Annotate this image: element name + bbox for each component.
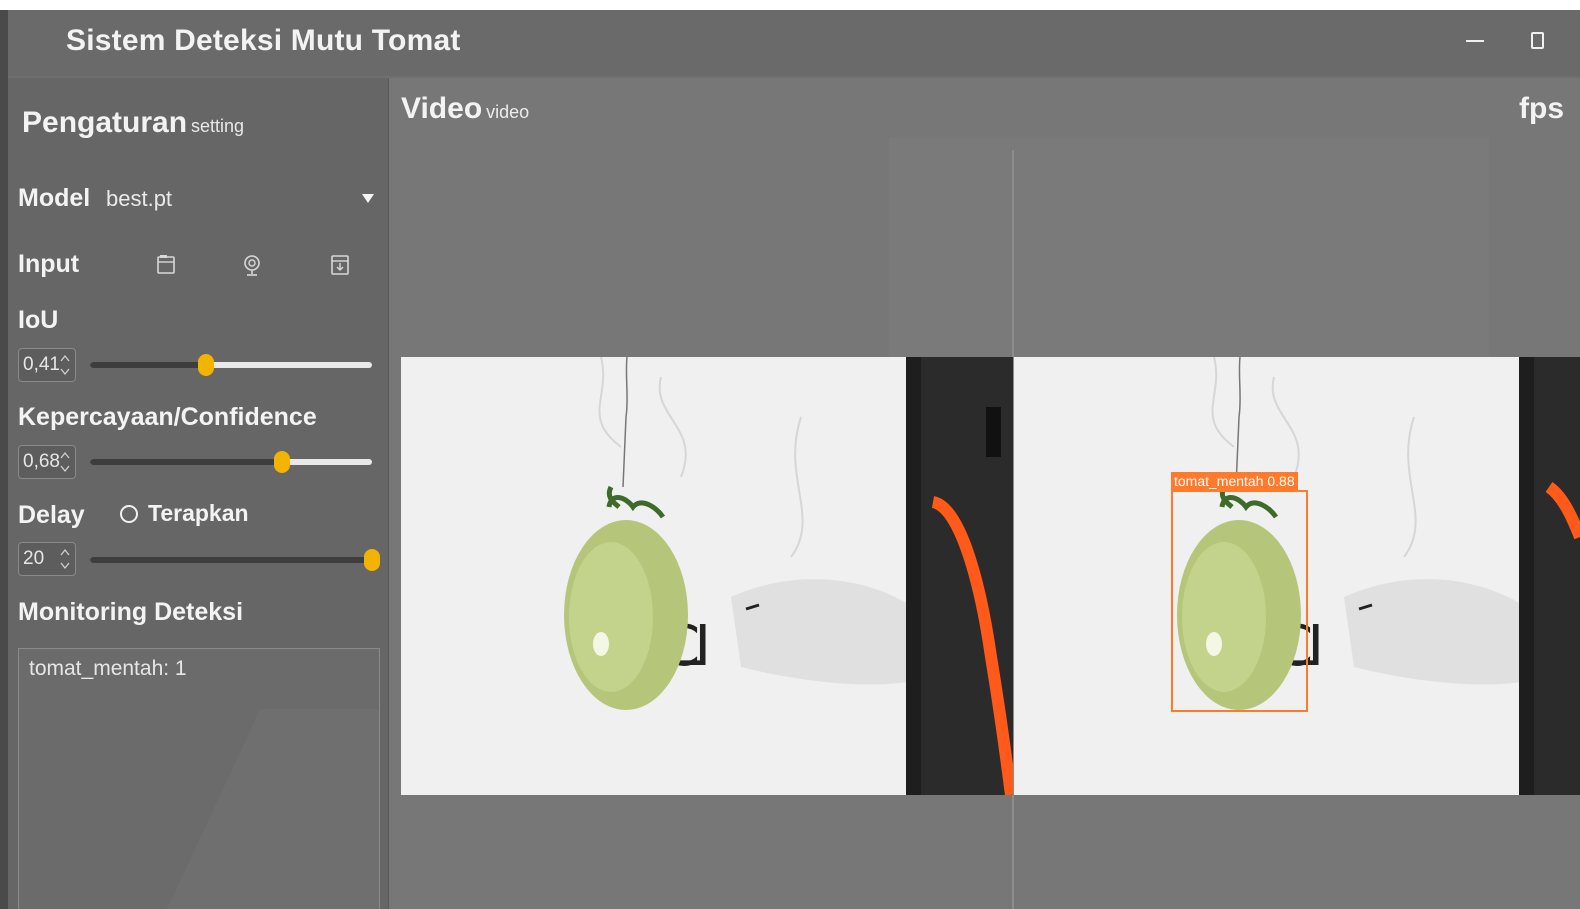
spin-arrows-icon[interactable] [60,353,70,377]
iou-slider[interactable] [90,354,372,376]
settings-title: Pengaturan setting [22,106,244,140]
apply-radio-label[interactable]: Terapkan [148,500,249,527]
confidence-value: 0,68 [23,451,60,472]
iou-label: IoU [18,306,59,334]
slider-fill [90,557,372,563]
iou-value: 0,41 [23,354,60,375]
chevron-down-icon[interactable] [362,194,374,203]
settings-subtitle: setting [191,116,245,136]
delay-slider[interactable] [90,549,380,571]
confidence-spinbox[interactable]: 0,68 [18,445,76,479]
slider-handle[interactable] [364,549,380,571]
model-select[interactable]: best.pt [106,186,172,212]
background-shadow [157,709,379,909]
maximize-icon[interactable] [1531,32,1544,49]
input-label: Input [18,250,80,278]
video-subtitle: video [486,102,530,122]
folder-icon[interactable] [328,252,352,278]
minimize-icon[interactable] [1466,40,1484,42]
settings-title-text: Pengaturan [22,106,188,139]
original-video-frame: LEW C [401,357,1013,795]
spin-arrows-icon[interactable] [60,547,70,571]
fps-label: fps [1519,92,1564,125]
confidence-slider[interactable] [90,451,372,473]
video-area: Videovideo fps LEW C [389,78,1580,909]
monitoring-output[interactable]: tomat_mentah: 1 [18,648,380,909]
slider-handle[interactable] [273,451,290,473]
delay-value: 20 [23,548,45,569]
detection-label: tomat_mentah 0.88 [1171,472,1298,490]
video-title: Video video [401,92,529,126]
confidence-label: Kepercayaan/Confidence [18,403,317,431]
monitoring-line: tomat_mentah: 1 [29,657,187,680]
top-border [0,0,1580,10]
webcam-icon[interactable] [240,252,264,278]
slider-fill [90,459,282,465]
spin-arrows-icon[interactable] [60,450,70,474]
settings-sidebar: Pengaturan setting Model best.pt Input Io… [8,78,389,909]
slider-handle[interactable] [197,354,214,376]
file-icon[interactable] [154,252,178,278]
slider-fill [90,362,206,368]
model-label: Model [18,184,91,212]
apply-radio[interactable] [120,505,138,523]
original-frame-image: LEW C [401,357,1013,795]
title-bar[interactable]: Sistem Deteksi Mutu Tomat [8,10,1580,76]
iou-spinbox[interactable]: 0,41 [18,348,76,382]
left-border [0,10,8,909]
delay-spinbox[interactable]: 20 [18,542,76,576]
window-title: Sistem Deteksi Mutu Tomat [66,24,461,57]
delay-label: Delay [18,501,85,529]
video-title-text: Video [401,92,483,125]
detection-video-frame: LEW C tomat_mentah 0.88 [1014,357,1580,795]
background-shadow [889,138,1489,378]
detection-bounding-box [1171,490,1308,712]
monitoring-label: Monitoring Deteksi [18,598,244,626]
